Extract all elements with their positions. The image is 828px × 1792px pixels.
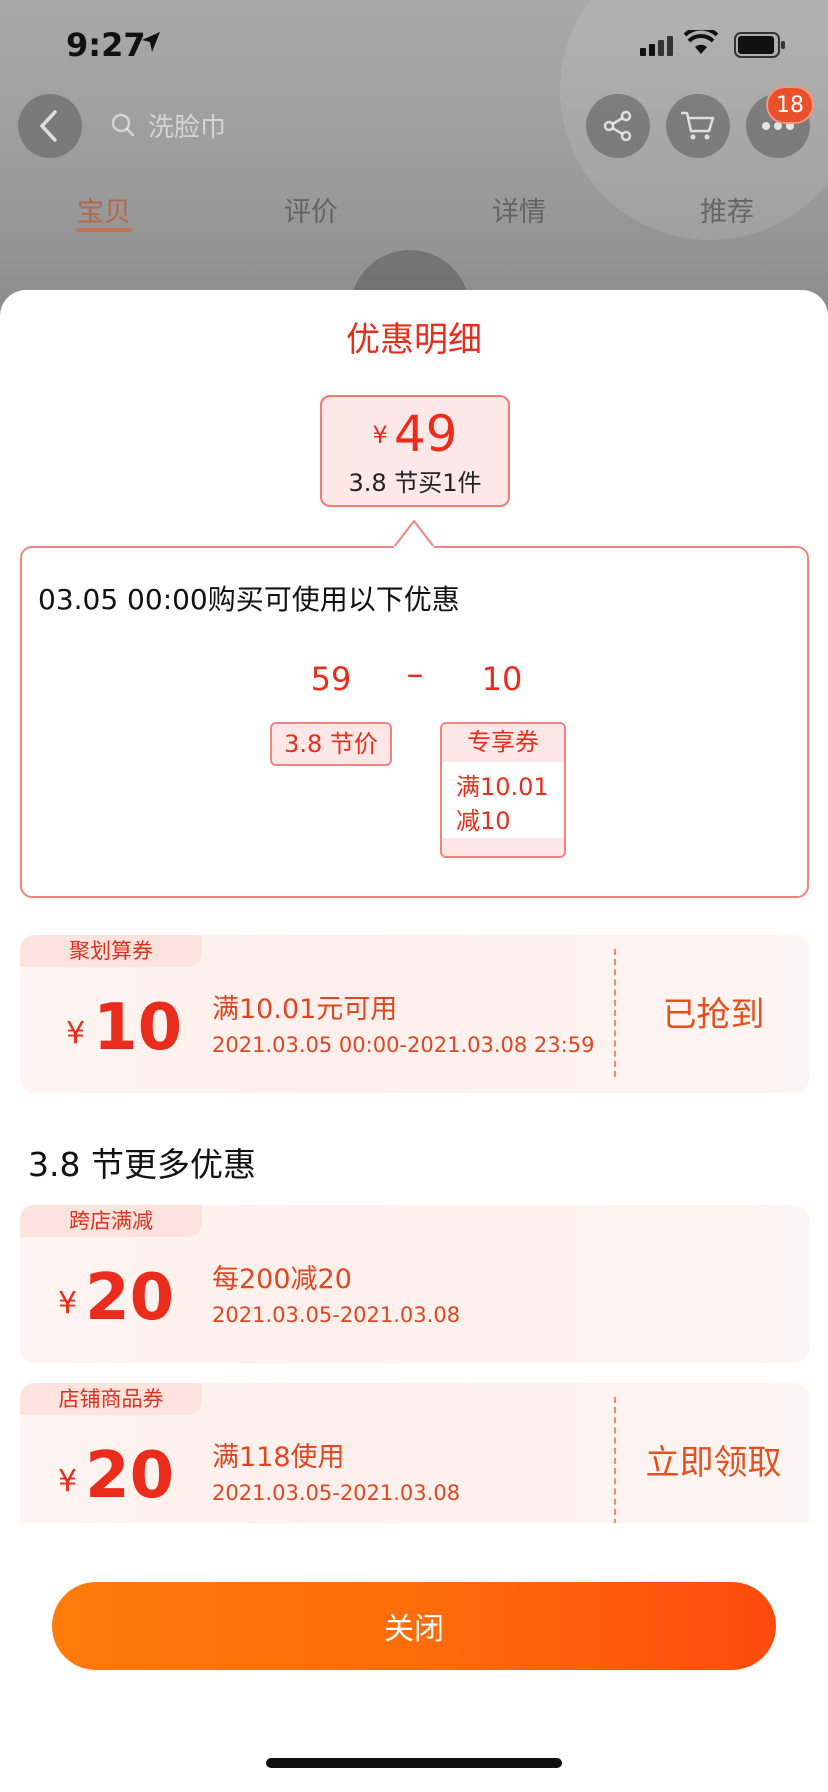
coupon-validity: 2021.03.05 00:00-2021.03.08 23:59 — [212, 1033, 595, 1057]
minus-operator: – — [406, 654, 424, 694]
coupon-card: 店铺商品券 ¥20 满118使用 2021.03.05-2021.03.08 立… — [20, 1383, 809, 1523]
search-placeholder: 洗脸巾 — [148, 112, 227, 143]
coupon-condition: 满118使用 — [212, 1442, 345, 1473]
product-tabs: 宝贝 评价 详情 推荐 — [0, 190, 828, 240]
coupon-amount: ¥10 — [66, 991, 182, 1065]
coupon-amount-value: 10 — [93, 991, 183, 1065]
coupon-label: 跨店满减 — [20, 1205, 202, 1237]
share-button[interactable] — [586, 94, 650, 158]
coupon-validity: 2021.03.05-2021.03.08 — [212, 1481, 461, 1505]
close-button[interactable]: 关闭 — [52, 1582, 776, 1670]
coupon-card: 聚划算券 ¥10 满10.01元可用 2021.03.05 00:00-2021… — [20, 935, 809, 1093]
price-pointer-arrow — [394, 519, 434, 548]
coupon-currency: ¥ — [58, 1464, 78, 1499]
location-arrow-icon — [142, 32, 160, 52]
back-arrow-icon — [39, 110, 57, 142]
final-price-tag: ¥49 3.8 节买1件 — [320, 395, 510, 507]
more-discounts-title: 3.8 节更多优惠 — [28, 1145, 256, 1184]
exclusive-coupon-tag: 专享券 满10.01 减10 — [440, 722, 566, 858]
coupon-amount-value: 20 — [85, 1261, 175, 1335]
background-page: 9:27 洗脸巾 18 宝贝 评价 详情 推荐 — [0, 0, 828, 320]
status-bar: 9:27 — [0, 0, 828, 90]
active-tab-indicator — [76, 228, 132, 232]
final-price-amount: 49 — [393, 405, 458, 463]
discount-value: 10 — [481, 660, 523, 698]
wifi-icon — [684, 30, 718, 54]
coupon-condition: 每200减20 — [212, 1264, 352, 1295]
tab-recommend[interactable]: 推荐 — [700, 190, 754, 229]
product-nav-bar: 洗脸巾 — [0, 92, 828, 162]
discount-calc-heading: 03.05 00:00购买可使用以下优惠 — [38, 583, 460, 616]
coupon-condition: 满10.01元可用 — [212, 994, 398, 1025]
home-indicator — [266, 1758, 562, 1768]
price-currency: ¥ — [372, 421, 388, 449]
coupon-card: 跨店满减 ¥20 每200减20 2021.03.05-2021.03.08 — [20, 1205, 809, 1363]
search-icon — [111, 113, 135, 137]
back-button[interactable] — [18, 94, 82, 158]
exclusive-coupon-threshold: 满10.01 — [456, 773, 549, 801]
cart-icon — [681, 111, 715, 140]
share-icon — [603, 110, 632, 142]
claim-coupon-button[interactable]: 立即领取 — [618, 1435, 809, 1484]
exclusive-coupon-reduction: 减10 — [456, 807, 511, 835]
tab-item[interactable]: 宝贝 — [77, 190, 131, 229]
sheet-title: 优惠明细 — [346, 320, 482, 360]
discount-detail-sheet: 优惠明细 ¥49 3.8 节买1件 03.05 00:00购买可使用以下优惠 5… — [0, 290, 828, 1792]
tab-details[interactable]: 详情 — [492, 190, 546, 229]
cart-button[interactable] — [666, 94, 730, 158]
discount-calc-box: 03.05 00:00购买可使用以下优惠 59 – 10 3.8 节价 专享券 … — [20, 546, 809, 898]
coupon-amount: ¥20 — [58, 1439, 174, 1513]
exclusive-coupon-title: 专享券 — [442, 724, 564, 762]
coupon-validity: 2021.03.05-2021.03.08 — [212, 1303, 461, 1327]
search-input[interactable]: 洗脸巾 — [110, 100, 510, 150]
coupon-label: 店铺商品券 — [20, 1383, 202, 1415]
coupon-currency: ¥ — [58, 1286, 78, 1321]
coupon-amount: ¥20 — [58, 1261, 174, 1335]
coupon-divider — [614, 1397, 616, 1523]
base-price-value: 59 — [310, 660, 352, 698]
coupon-divider — [614, 949, 616, 1077]
battery-icon — [734, 32, 785, 58]
tab-reviews[interactable]: 评价 — [284, 190, 338, 229]
final-price-desc: 3.8 节买1件 — [348, 469, 482, 497]
coupon-claimed-status: 已抢到 — [662, 995, 765, 1035]
base-price-tag: 3.8 节价 — [270, 722, 392, 766]
coupon-currency: ¥ — [66, 1016, 86, 1051]
status-time: 9:27 — [66, 26, 146, 64]
cellular-signal-icon — [640, 36, 673, 56]
coupon-amount-value: 20 — [85, 1439, 175, 1513]
cart-count-badge: 18 — [766, 86, 814, 124]
coupon-label: 聚划算券 — [20, 935, 202, 967]
